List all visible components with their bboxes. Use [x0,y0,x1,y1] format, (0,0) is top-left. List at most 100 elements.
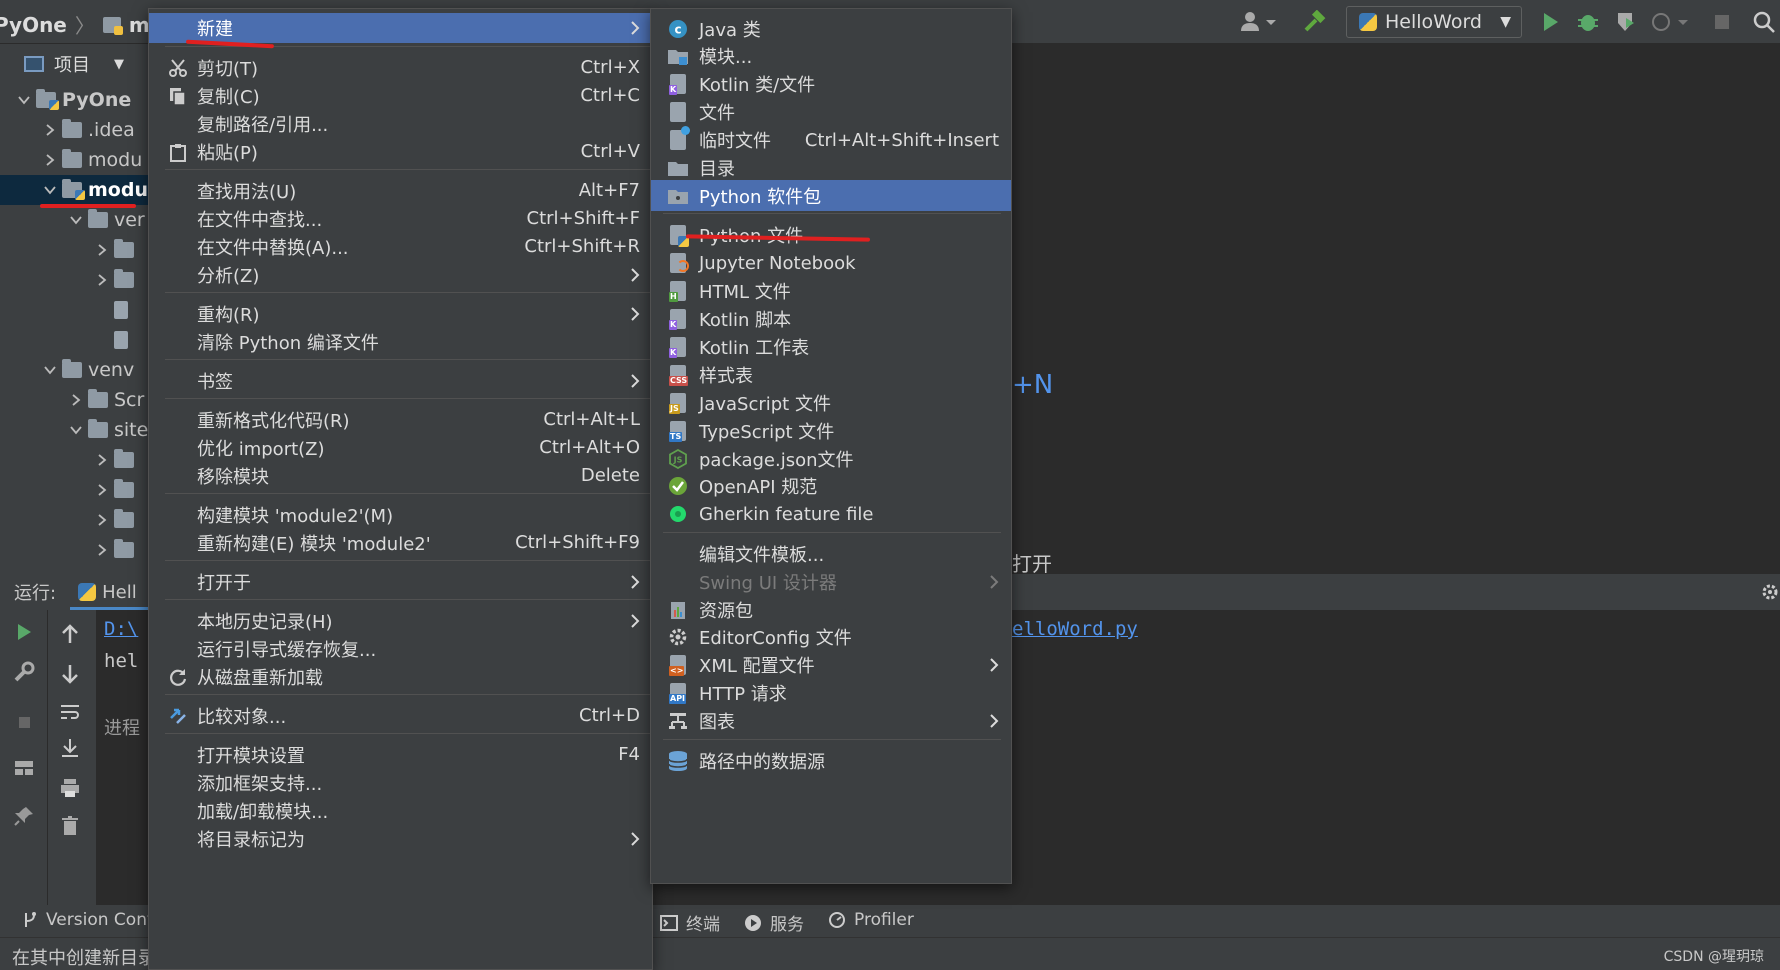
stop-icon[interactable] [1710,10,1736,34]
menu-item-javascript[interactable]: JS JavaScript 文件 [651,387,1011,418]
arrow-up-icon[interactable] [58,622,82,646]
chevron-right-icon[interactable] [96,544,108,556]
chevron-right-icon[interactable] [96,514,108,526]
run-config-selector[interactable]: HelloWord ▼ [1346,6,1522,38]
menu-item-context-27[interactable]: 运行引导式缓存恢复... [149,633,652,664]
arrow-down-icon[interactable] [58,662,82,686]
menu-item-new-28[interactable]: 路径中的数据源 [651,745,1011,776]
trash-icon[interactable] [58,814,82,838]
tool-tab-terminal[interactable]: 终端 [660,910,720,935]
menu-item-import-z[interactable]: 优化 import(Z) Ctrl+Alt+O [149,432,652,463]
menu-item-z[interactable]: 分析(Z) [149,259,652,290]
tree-node[interactable] [0,535,150,565]
menu-item-jupyter-notebook[interactable]: Jupyter Notebook [651,248,1011,279]
tree-node[interactable] [0,445,150,475]
tree-node[interactable] [0,235,150,265]
stop-icon[interactable] [12,710,36,734]
menu-item-context-28[interactable]: 从磁盘重新加载 [149,661,652,692]
menu-item-kotlin[interactable]: K Kotlin 脚本 [651,304,1011,335]
breadcrumb-project[interactable]: PyOne [0,13,67,37]
menu-item-r[interactable]: 重构(R) [149,298,652,329]
menu-item-module2-m[interactable]: 构建模块 'module2'(M) [149,499,652,530]
menu-item-kotlin[interactable]: K Kotlin 类/文件 [651,69,1011,100]
menu-item-kotlin[interactable]: K Kotlin 工作表 [651,331,1011,362]
chevron-right-icon[interactable] [96,274,108,286]
menu-item-new-3[interactable]: 文件 [651,97,1011,128]
project-panel-header[interactable]: 项目 ▼ [0,44,150,84]
tree-node[interactable]: modu [0,145,150,175]
menu-item-java[interactable]: c Java 类 [651,13,1011,44]
menu-item-context-34[interactable]: 加载/卸载模块... [149,795,652,826]
chevron-down-icon[interactable] [70,214,82,226]
menu-item-new-26[interactable]: 图表 [651,706,1011,737]
tree-node[interactable] [0,295,150,325]
print-icon[interactable] [58,776,82,800]
tool-tab-profiler[interactable]: Profiler [828,910,914,930]
tree-node[interactable]: modu [0,175,150,205]
layout-icon[interactable] [12,756,36,780]
chevron-right-icon[interactable] [96,244,108,256]
tree-node[interactable] [0,475,150,505]
console-path-link[interactable]: D:\ [104,618,138,640]
coverage-icon[interactable] [1614,10,1640,34]
menu-item-context-0[interactable]: 新建 [149,13,652,43]
menu-item-e-module2[interactable]: 重新构建(E) 模块 'module2' Ctrl+Shift+F9 [149,527,652,558]
menu-item-xml[interactable]: <> XML 配置文件 [651,650,1011,681]
menu-item-typescript[interactable]: TS TypeScript 文件 [651,415,1011,446]
menu-item-context-30[interactable]: 比较对象... Ctrl+D [149,700,652,731]
tree-node[interactable] [0,265,150,295]
chevron-right-icon[interactable] [70,394,82,406]
menu-item-context-15[interactable]: 书签 [149,365,652,396]
menu-item-context-35[interactable]: 将目录标记为 [149,823,652,854]
chevron-right-icon[interactable] [96,454,108,466]
chevron-down-icon[interactable] [44,184,56,196]
menu-item-gherkin-feature-file[interactable]: Gherkin feature file [651,499,1011,530]
menu-item-context-4[interactable]: 复制路径/引用... [149,108,652,139]
tree-node[interactable]: site [0,415,150,445]
menu-item-context-24[interactable]: 打开于 [149,566,652,597]
menu-item-swing-ui[interactable]: Swing UI 设计器 [651,566,1011,597]
tree-node[interactable]: venv [0,355,150,385]
menu-item-context-8[interactable]: 在文件中查找... Ctrl+Shift+F [149,203,652,234]
rerun-icon[interactable] [12,620,36,644]
menu-item-python[interactable]: 清除 Python 编译文件 [149,326,652,357]
chevron-right-icon[interactable] [96,484,108,496]
debug-icon[interactable] [1576,10,1602,34]
menu-item-new-20[interactable]: 编辑文件模板... [651,538,1011,569]
chevron-right-icon[interactable] [44,124,56,136]
menu-item-h[interactable]: 本地历史记录(H) [149,605,652,636]
tree-node[interactable] [0,325,150,355]
tree-node[interactable]: Scr [0,385,150,415]
menu-item-package-json[interactable]: JS package.json文件 [651,443,1011,474]
menu-item-html[interactable]: H HTML 文件 [651,276,1011,307]
tree-node[interactable]: PyOne [0,85,150,115]
menu-item-new-5[interactable]: 目录 [651,153,1011,184]
chevron-right-icon[interactable] [44,154,56,166]
profile-icon[interactable] [1650,10,1688,34]
vcs-user-icon[interactable] [1240,10,1276,34]
tool-tab-services[interactable]: 服务 [744,910,804,935]
pin-icon[interactable] [12,804,36,828]
build-hammer-icon[interactable] [1302,10,1328,34]
run-icon[interactable] [1538,10,1564,34]
tree-node[interactable]: ver [0,205,150,235]
tree-node[interactable] [0,505,150,535]
menu-item-python[interactable]: Python 软件包 [651,180,1011,212]
run-tab[interactable]: Hell [78,582,137,603]
menu-item-context-32[interactable]: 打开模块设置 F4 [149,739,652,770]
wrench-icon[interactable] [12,660,36,684]
chevron-down-icon[interactable] [18,94,30,106]
menu-item-new-4[interactable]: 临时文件 Ctrl+Alt+Shift+Insert [651,125,1011,156]
menu-item-context-19[interactable]: 移除模块 Delete [149,460,652,491]
menu-item-openapi[interactable]: OpenAPI 规范 [651,471,1011,502]
menu-item-a[interactable]: 在文件中替换(A)... Ctrl+Shift+R [149,231,652,262]
menu-item-new-13[interactable]: CSS 样式表 [651,359,1011,390]
menu-item-c[interactable]: 复制(C) Ctrl+C [149,80,652,111]
menu-item-new-22[interactable]: 资源包 [651,594,1011,625]
menu-item-context-33[interactable]: 添加框架支持... [149,767,652,798]
search-icon[interactable] [1752,10,1778,34]
chevron-down-icon[interactable] [44,364,56,376]
tree-node[interactable]: .idea [0,115,150,145]
menu-item-editorconfig[interactable]: EditorConfig 文件 [651,622,1011,653]
soft-wrap-icon[interactable] [58,700,82,724]
